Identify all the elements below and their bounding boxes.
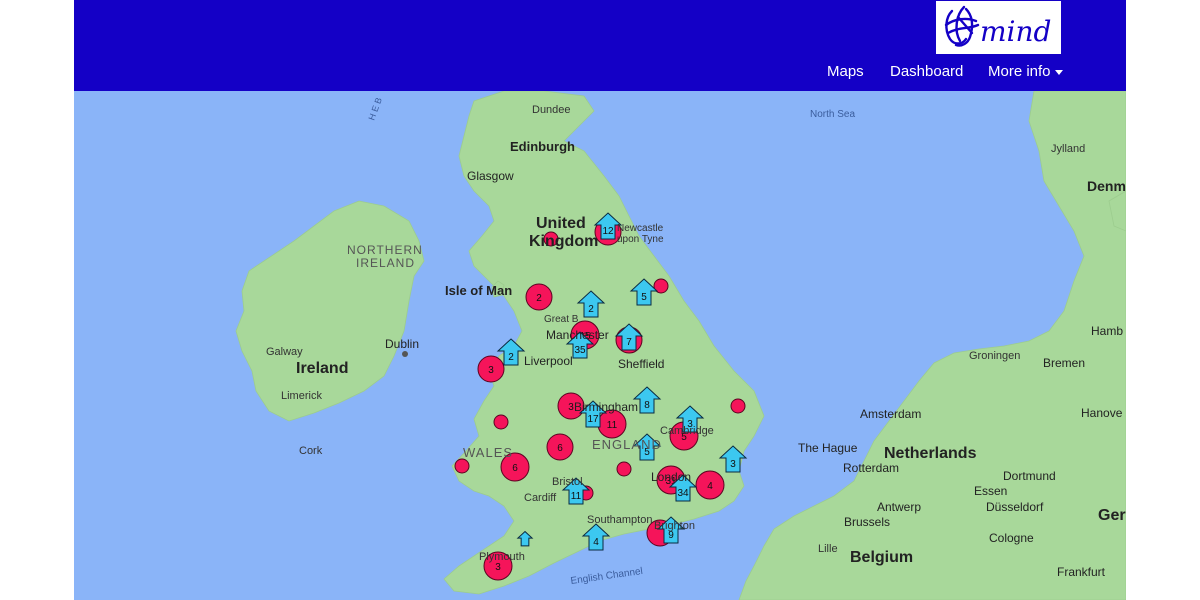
label-amsterdam: Amsterdam: [860, 407, 921, 421]
label-cambridge: Cambridge: [660, 425, 714, 437]
label-cologne: Cologne: [989, 531, 1034, 545]
house-marker-count: 3: [730, 459, 736, 470]
land-ireland: [235, 200, 425, 422]
label-frankfurt: Frankfurt: [1057, 565, 1106, 579]
house-marker-count: 11: [571, 491, 582, 502]
house-marker-count: 4: [593, 537, 599, 548]
label-rotterdam: Rotterdam: [843, 461, 899, 475]
label-newcastle: Newcastle: [617, 223, 664, 234]
house-marker-count: 12: [602, 226, 614, 237]
label-brighton: Brighton: [654, 520, 695, 532]
circle-marker[interactable]: 11: [597, 409, 627, 439]
circle-marker-dot: [493, 414, 509, 430]
caret-down-icon: [1054, 69, 1063, 75]
circle-marker-dot: [616, 461, 632, 477]
house-marker-count: 17: [587, 414, 599, 425]
label-london: London: [651, 470, 691, 484]
nav-link-more-info[interactable]: More info: [988, 63, 1063, 80]
label-hamburg: Hamb: [1091, 324, 1123, 338]
label-germany: Ger: [1098, 507, 1126, 524]
circle-marker-count: 3: [495, 562, 501, 573]
label-sheffield: Sheffield: [618, 357, 664, 371]
label-he-b: H E B: [366, 96, 383, 122]
mind-logo-icon: mind: [944, 5, 1051, 48]
circle-marker[interactable]: [616, 461, 632, 477]
label-limerick: Limerick: [281, 390, 322, 402]
label-wales: WALES: [463, 445, 513, 460]
label-dusseldorf: Düsseldorf: [986, 500, 1044, 514]
label-belgium: Belgium: [850, 549, 913, 566]
house-marker-count: 34: [677, 488, 689, 499]
circle-marker[interactable]: 3: [477, 355, 505, 383]
app-window: mind Maps Dashboard More info 1221573311: [74, 0, 1126, 600]
house-marker-count: 7: [626, 337, 632, 348]
circle-marker[interactable]: 6: [546, 433, 574, 461]
circle-marker[interactable]: 4: [695, 470, 725, 500]
label-bremen: Bremen: [1043, 356, 1085, 370]
circle-marker[interactable]: 2: [525, 283, 553, 311]
label-glasgow: Glasgow: [467, 169, 514, 183]
label-ireland: Ireland: [296, 360, 348, 377]
label-the-hague: The Hague: [798, 441, 858, 455]
circle-marker-count: 3: [488, 365, 494, 376]
circle-marker-count: 4: [707, 481, 713, 492]
label-edinburgh: Edinburgh: [510, 139, 575, 154]
circle-marker-count: 11: [607, 420, 618, 431]
label-birmingham: Birmingham: [574, 400, 638, 414]
circle-marker-count: 2: [536, 293, 542, 304]
label-great-b: Great B: [544, 314, 579, 325]
label-groningen: Groningen: [969, 350, 1020, 362]
label-manchester: Manchester: [546, 328, 609, 342]
label-plymouth: Plymouth: [479, 551, 525, 563]
house-marker-count: 8: [644, 400, 650, 411]
label-isle-of-man: Isle of Man: [445, 283, 512, 298]
nav-link-maps[interactable]: Maps: [827, 63, 864, 80]
land-continent: [738, 91, 1126, 600]
capital-marker-icon: [402, 351, 408, 357]
map-canvas[interactable]: 12215733116563143 12252357817353113449 N…: [74, 91, 1126, 600]
circle-marker[interactable]: [493, 414, 509, 430]
label-hanover: Hanove: [1081, 406, 1123, 420]
label-dundee: Dundee: [532, 104, 571, 116]
top-navbar: mind Maps Dashboard More info: [74, 0, 1126, 91]
house-marker-count: 5: [641, 292, 647, 303]
label-essen: Essen: [974, 484, 1007, 498]
label-brussels: Brussels: [844, 515, 890, 529]
house-marker-count: 35: [574, 345, 586, 356]
label-england: ENGLAND: [592, 437, 662, 452]
label-dortmund: Dortmund: [1003, 469, 1056, 483]
label-liverpool: Liverpool: [524, 354, 573, 368]
circle-marker[interactable]: [454, 458, 470, 474]
label-lille: Lille: [818, 543, 838, 555]
nav-link-more-info-label: More info: [988, 63, 1051, 80]
label-upon-tyne: upon Tyne: [617, 234, 664, 245]
house-marker-count: 2: [508, 352, 514, 363]
label-bristol: Bristol: [552, 476, 583, 488]
label-southampton: Southampton: [587, 514, 652, 526]
logo-text: mind: [980, 15, 1051, 48]
label-dublin: Dublin: [385, 337, 419, 351]
label-united: United: [536, 215, 586, 232]
label-northern: NORTHERN: [347, 243, 423, 257]
house-marker-count: 2: [588, 304, 594, 315]
mind-logo[interactable]: mind: [936, 1, 1061, 54]
label-galway: Galway: [266, 346, 303, 358]
circle-marker[interactable]: [730, 398, 746, 414]
circle-marker-count: 6: [557, 443, 563, 454]
label-north-sea: North Sea: [810, 109, 855, 120]
circle-marker-dot: [730, 398, 746, 414]
circle-marker-count: 6: [512, 463, 518, 474]
label-jylland: Jylland: [1051, 143, 1085, 155]
circle-marker-dot: [454, 458, 470, 474]
label-english-channel: English Channel: [570, 566, 644, 587]
label-denmark: Denm: [1087, 178, 1126, 194]
map-svg: 12215733116563143 12252357817353113449 N…: [235, 91, 1126, 600]
label-cardiff: Cardiff: [524, 492, 557, 504]
label-antwerp: Antwerp: [877, 500, 921, 514]
label-ireland-region: IRELAND: [356, 256, 415, 270]
label-kingdom: Kingdom: [529, 233, 598, 250]
nav-link-dashboard[interactable]: Dashboard: [890, 63, 963, 80]
label-cork: Cork: [299, 445, 323, 457]
label-netherlands: Netherlands: [884, 445, 977, 462]
